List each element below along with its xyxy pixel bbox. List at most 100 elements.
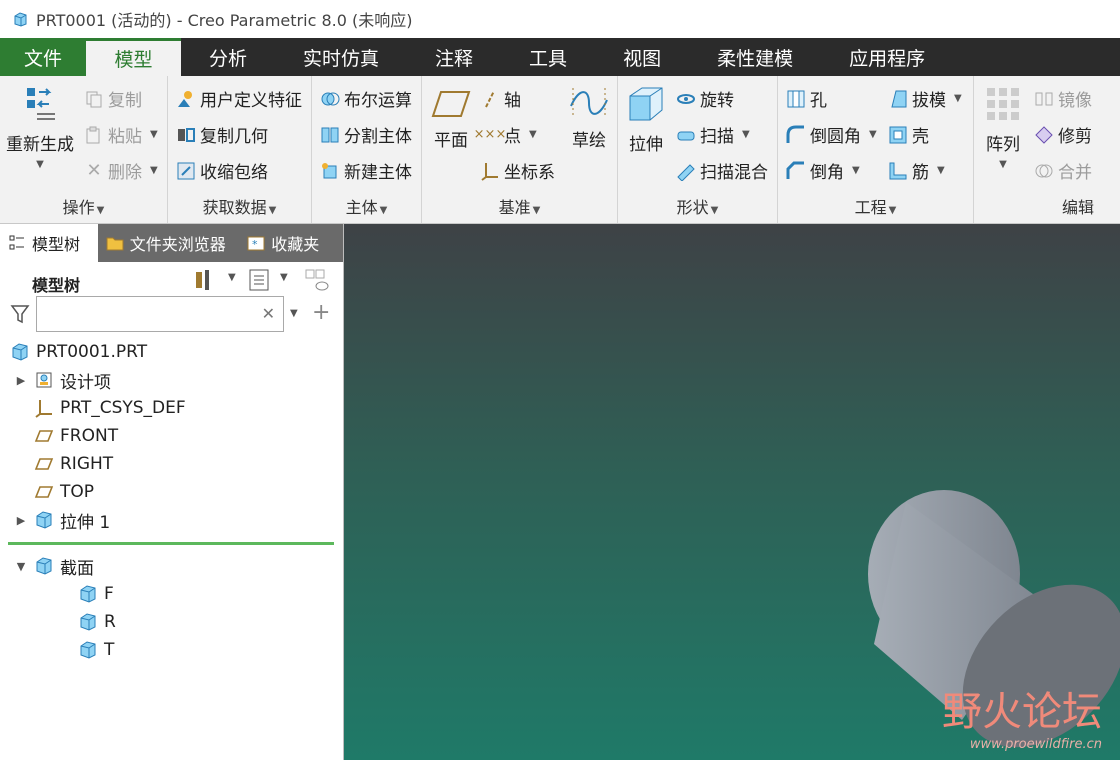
group-label-get-data[interactable]: 获取数据 ▼ xyxy=(168,194,311,218)
expand-arrow-icon[interactable]: ▶ xyxy=(14,514,28,527)
search-input[interactable] xyxy=(37,297,247,331)
merge-button[interactable]: 合并 xyxy=(1034,158,1092,183)
chevron-down-icon[interactable]: ▼ xyxy=(150,165,158,176)
chevron-down-icon[interactable]: ▼ xyxy=(4,159,76,170)
hole-icon xyxy=(786,89,806,109)
shell-button[interactable]: 壳 xyxy=(888,122,929,147)
chevron-down-icon[interactable]: ▼ xyxy=(937,165,945,176)
favorites-icon: * xyxy=(247,234,265,252)
tree-node[interactable]: ▼ 截面 xyxy=(0,552,94,580)
tree-node[interactable]: R xyxy=(0,608,116,636)
expand-arrow-icon[interactable]: ▶ xyxy=(14,374,28,387)
chevron-down-icon[interactable]: ▼ xyxy=(954,93,962,104)
tree-node[interactable]: RIGHT xyxy=(0,450,113,478)
add-icon[interactable]: + xyxy=(312,300,330,325)
group-label-editing[interactable]: 编辑 xyxy=(974,194,1120,218)
tab-model-tree[interactable]: 模型树 xyxy=(0,224,98,262)
group-label-engineering[interactable]: 工程 ▼ xyxy=(778,194,973,218)
group-label-datum[interactable]: 基准 ▼ xyxy=(422,194,617,218)
tree-node[interactable]: PRT_CSYS_DEF xyxy=(0,394,186,422)
udf-icon xyxy=(176,89,196,109)
tab-applications[interactable]: 应用程序 xyxy=(821,38,953,76)
chamfer-button[interactable]: 倒角 ▼ xyxy=(786,158,860,183)
paste-icon xyxy=(84,125,104,145)
plane-button[interactable]: 平面 xyxy=(428,88,474,151)
hide-icon[interactable] xyxy=(304,268,330,296)
merge-icon xyxy=(1034,161,1054,181)
chevron-down-icon[interactable]: ▼ xyxy=(290,308,298,319)
tab-file[interactable]: 文件 xyxy=(0,38,86,76)
chevron-down-icon[interactable]: ▼ xyxy=(280,272,288,283)
boolean-button[interactable]: 布尔运算 xyxy=(320,86,412,111)
regenerate-button[interactable]: 重新生成 ▼ xyxy=(4,84,76,170)
filter-icon[interactable] xyxy=(10,304,30,328)
chevron-down-icon[interactable]: ▼ xyxy=(150,129,158,140)
trim-button[interactable]: 修剪 xyxy=(1034,122,1092,147)
draft-button[interactable]: 拔模 ▼ xyxy=(888,86,962,111)
udf-button[interactable]: 用户定义特征 xyxy=(176,86,302,111)
datum-plane-icon xyxy=(34,454,54,474)
chevron-down-icon[interactable]: ▼ xyxy=(869,129,877,140)
graphics-viewport[interactable]: 野火论坛 www.proewildfire.cn xyxy=(344,224,1120,760)
show-icon[interactable] xyxy=(248,268,270,296)
mirror-button[interactable]: 镜像 xyxy=(1034,86,1092,111)
copy-geometry-button[interactable]: 复制几何 xyxy=(176,122,268,147)
copy-button[interactable]: 复制 xyxy=(84,86,142,111)
settings-icon[interactable] xyxy=(194,268,220,296)
clear-icon[interactable]: ✕ xyxy=(262,304,275,323)
shrinkwrap-button[interactable]: 收缩包络 xyxy=(176,158,268,183)
datum-plane-icon xyxy=(431,91,471,117)
round-button[interactable]: 倒圆角 ▼ xyxy=(786,122,877,147)
tree-node[interactable]: ▶ 拉伸 1 xyxy=(0,506,110,534)
sketch-label: 草绘 xyxy=(572,131,606,151)
sweep-button[interactable]: 扫描 ▼ xyxy=(676,122,750,147)
plane-label: 平面 xyxy=(434,131,468,151)
search-row: ✕ ▼ + xyxy=(10,296,340,334)
folder-icon xyxy=(106,234,124,252)
tree-node[interactable]: T xyxy=(0,636,114,664)
round-label: 倒圆角 xyxy=(810,127,861,147)
hole-label: 孔 xyxy=(810,91,827,111)
tab-tools[interactable]: 工具 xyxy=(501,38,595,76)
split-body-button[interactable]: 分割主体 xyxy=(320,122,412,147)
tree-node[interactable]: TOP xyxy=(0,478,94,506)
tree-node[interactable]: FRONT xyxy=(0,422,118,450)
chevron-down-icon[interactable]: ▼ xyxy=(980,159,1026,170)
extrude-button[interactable]: 拉伸 xyxy=(624,84,668,155)
tab-model[interactable]: 模型 xyxy=(86,38,181,76)
group-label-body[interactable]: 主体 ▼ xyxy=(312,194,421,218)
group-label-shapes[interactable]: 形状 ▼ xyxy=(618,194,777,218)
chevron-down-icon[interactable]: ▼ xyxy=(228,272,236,283)
tab-annotate[interactable]: 注释 xyxy=(407,38,501,76)
axis-button[interactable]: 轴 xyxy=(480,86,521,111)
tab-folder-browser[interactable]: 文件夹浏览器 xyxy=(97,224,240,262)
tree-node-label: RIGHT xyxy=(60,454,114,474)
hole-button[interactable]: 孔 xyxy=(786,86,827,111)
csys-button[interactable]: 坐标系 xyxy=(480,158,555,183)
chevron-down-icon[interactable]: ▼ xyxy=(852,165,860,176)
chevron-down-icon[interactable]: ▼ xyxy=(742,129,750,140)
tab-live-simulation[interactable]: 实时仿真 xyxy=(275,38,407,76)
group-label-operations[interactable]: 操作 ▼ xyxy=(0,194,167,218)
delete-button[interactable]: ✕ 删除 ▼ xyxy=(84,158,158,183)
chevron-down-icon[interactable]: ▼ xyxy=(529,129,537,140)
extrude-label: 拉伸 xyxy=(629,135,663,155)
tree-node[interactable]: F xyxy=(0,580,114,608)
swept-blend-button[interactable]: 扫描混合 xyxy=(676,158,768,183)
tab-analysis[interactable]: 分析 xyxy=(181,38,275,76)
sketch-button[interactable]: 草绘 xyxy=(566,86,612,151)
pattern-button[interactable]: 阵列 ▼ xyxy=(980,84,1026,170)
rib-button[interactable]: 筋 ▼ xyxy=(888,158,945,183)
tab-view[interactable]: 视图 xyxy=(595,38,689,76)
revolve-button[interactable]: 旋转 xyxy=(676,86,734,111)
csys-icon xyxy=(480,161,500,181)
mirror-label: 镜像 xyxy=(1058,91,1092,111)
expand-arrow-icon[interactable]: ▼ xyxy=(14,560,28,573)
tab-favorites[interactable]: * 收藏夹 xyxy=(239,224,343,262)
new-body-button[interactable]: 新建主体 xyxy=(320,158,412,183)
tab-flexible-modeling[interactable]: 柔性建模 xyxy=(689,38,821,76)
tree-node[interactable]: ▶ 设计项 xyxy=(0,366,111,394)
paste-button[interactable]: 粘贴 ▼ xyxy=(84,122,158,147)
tree-node[interactable]: PRT0001.PRT xyxy=(0,338,147,366)
point-button[interactable]: ××× 点 ▼ xyxy=(474,122,537,147)
